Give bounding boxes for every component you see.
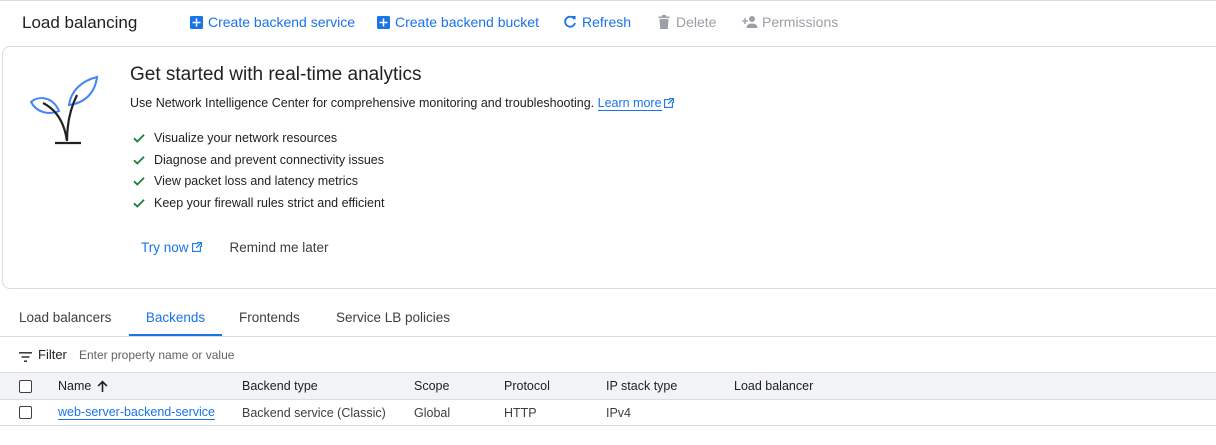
promo-description: Use Network Intelligence Center for comp… [130,96,595,110]
tab-frontends[interactable]: Frontends [239,300,300,336]
try-now-button[interactable]: Try now [141,240,202,255]
row-checkbox-cell [19,400,32,425]
row-checkbox[interactable] [19,406,32,419]
refresh-icon [562,14,578,30]
refresh-button[interactable]: Refresh [562,14,631,30]
tab-bar: Load balancers Backends Frontends Servic… [0,300,1216,337]
checklist-item: View packet loss and latency metrics [132,170,384,192]
checkmark-icon [132,174,146,188]
filter-input[interactable] [76,343,476,367]
remind-me-later-button[interactable]: Remind me later [230,240,329,255]
tab-backends[interactable]: Backends [129,300,222,336]
column-header-ip-stack-type[interactable]: IP stack type [606,373,677,399]
row-name-cell: web-server-backend-service [58,400,216,425]
refresh-label: Refresh [582,14,632,30]
create-backend-bucket-label: Create backend bucket [395,14,539,30]
tab-service-lb-policies[interactable]: Service LB policies [336,300,450,336]
checklist-item: Keep your firewall rules strict and effi… [132,192,384,214]
column-header-backend-type[interactable]: Backend type [242,373,318,399]
promo-title: Get started with real-time analytics [130,64,422,85]
column-header-protocol[interactable]: Protocol [504,373,550,399]
person-add-icon [742,14,758,30]
plant-icon [29,75,101,152]
analytics-promo-card: Get started with real-time analytics Use… [2,46,1216,289]
promo-actions: Try now Remind me later [141,240,329,255]
create-backend-service-button[interactable]: Create backend service [188,14,355,30]
checklist-item: Diagnose and prevent connectivity issues [132,149,384,171]
toolbar: Load balancing Create backend service Cr… [0,0,1216,44]
permissions-label: Permissions [762,14,839,30]
feature-checklist: Visualize your network resources Diagnos… [132,127,384,214]
column-header-scope[interactable]: Scope [414,373,449,399]
backend-name-link[interactable]: web-server-backend-service [58,405,216,420]
table-row: web-server-backend-service Backend servi… [0,400,1216,426]
row-protocol: HTTP [504,405,537,420]
row-backend-type: Backend service (Classic) [242,405,386,420]
delete-button[interactable]: Delete [656,14,716,30]
learn-more-label: Learn more [597,96,662,110]
table-header: Name Backend type Scope Protocol IP stac… [0,373,1216,400]
row-ip-stack-type: IPv4 [606,405,632,420]
sort-ascending-icon[interactable] [97,380,108,392]
column-header-name-label: Name [58,379,92,393]
row-scope: Global [414,405,451,420]
column-header-load-balancer[interactable]: Load balancer [734,373,813,399]
open-external-icon [663,97,674,111]
filter-icon[interactable] [19,349,32,367]
filter-bar: Filter [0,337,1216,373]
checklist-item-label: View packet loss and latency metrics [154,174,359,189]
tab-load-balancers[interactable]: Load balancers [19,300,111,336]
filter-label: Filter [38,347,67,362]
learn-more-link[interactable]: Learn more [597,96,662,111]
create-backend-service-label: Create backend service [208,14,356,30]
add-box-icon [188,14,204,30]
checkmark-icon [132,131,146,145]
checklist-item-label: Visualize your network resources [154,130,338,145]
delete-label: Delete [676,14,717,30]
add-box-icon [375,14,391,30]
checkmark-icon [132,153,146,167]
column-header-name[interactable]: Name [58,373,108,399]
page-title: Load balancing [22,13,138,32]
trash-icon [656,14,672,30]
open-external-icon [191,240,202,255]
checkmark-icon [132,196,146,210]
select-all-checkbox[interactable] [19,379,32,393]
promo-description-line: Use Network Intelligence Center for comp… [130,96,674,111]
create-backend-bucket-button[interactable]: Create backend bucket [375,14,539,30]
try-now-label: Try now [141,240,189,255]
checklist-item-label: Keep your firewall rules strict and effi… [154,195,385,210]
select-all-checkbox-cell [19,373,32,399]
checklist-item: Visualize your network resources [132,127,384,149]
permissions-button[interactable]: Permissions [742,14,838,30]
checklist-item-label: Diagnose and prevent connectivity issues [154,152,384,167]
